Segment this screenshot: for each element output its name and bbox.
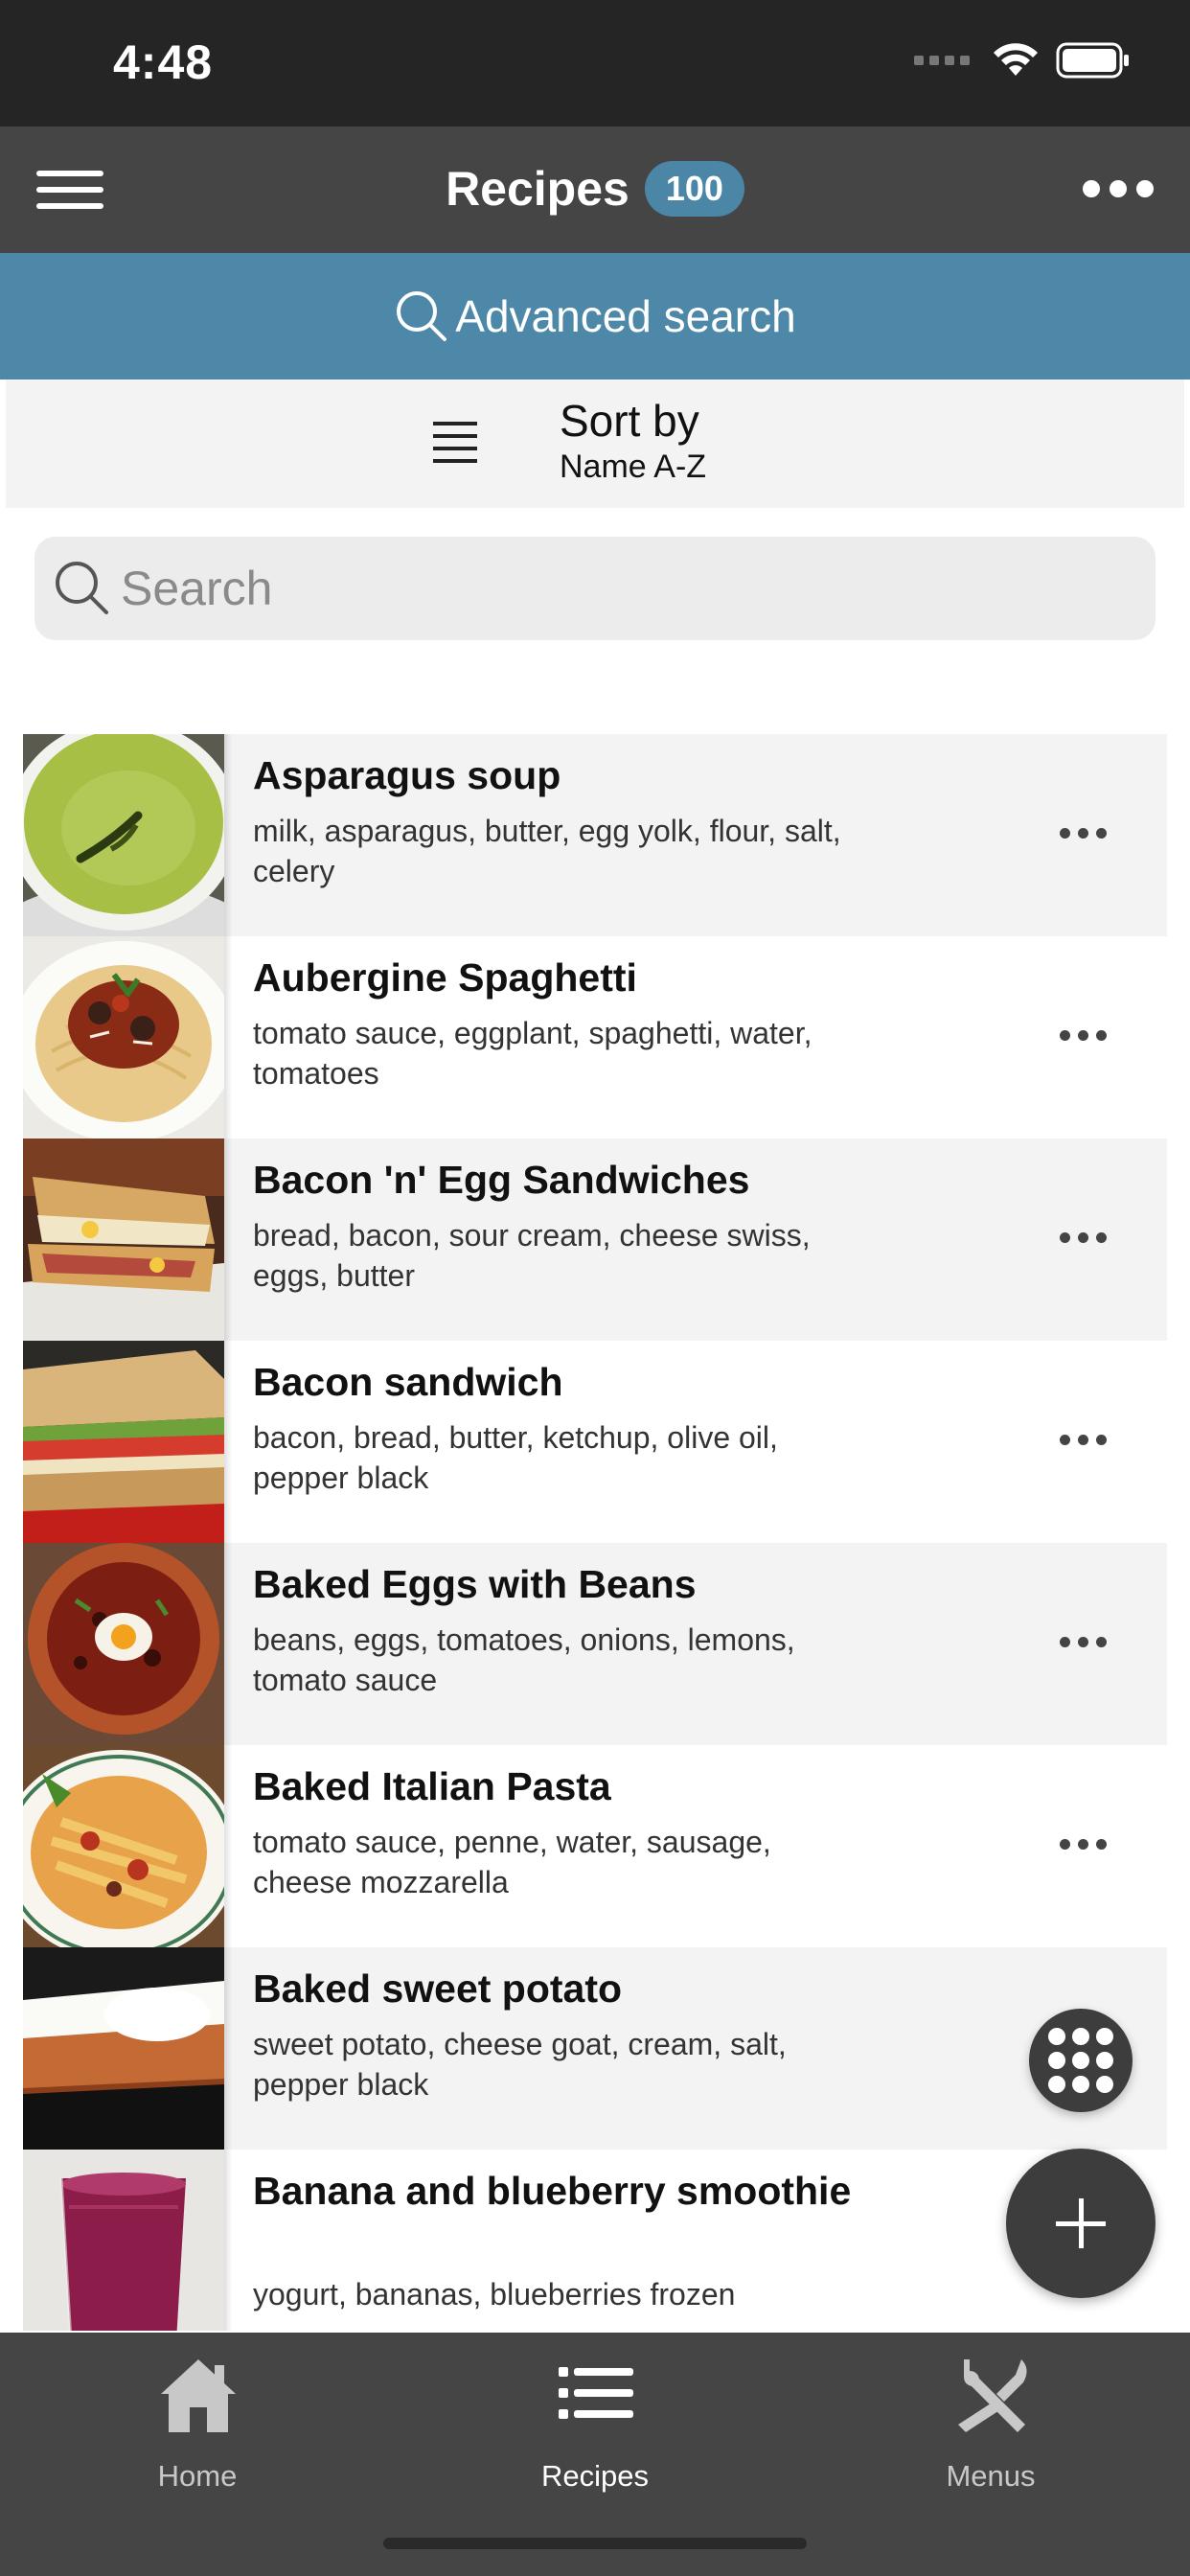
status-bar: 4:48	[0, 0, 1190, 126]
list-item[interactable]: Aubergine Spaghetti tomato sauce, eggpla…	[23, 936, 1167, 1138]
recipe-thumbnail	[23, 1745, 224, 1947]
list-item[interactable]: Baked sweet potato sweet potato, cheese …	[23, 1947, 1167, 2150]
recipe-ingredients: tomato sauce, eggplant, spaghetti, water…	[253, 1016, 812, 1091]
advanced-search-button[interactable]: Advanced search	[0, 253, 1190, 380]
home-icon	[161, 2359, 236, 2432]
tab-home-label: Home	[157, 2459, 238, 2493]
thumbnail-divider	[224, 1543, 232, 1745]
list-item[interactable]: Bacon sandwich bacon, bread, butter, ket…	[23, 1341, 1167, 1543]
search-input[interactable]	[121, 558, 1136, 619]
recipe-ingredients: sweet potato, cheese goat, cream, salt, …	[253, 2027, 787, 2102]
tab-menus-label: Menus	[946, 2459, 1036, 2493]
search-box[interactable]	[34, 537, 1156, 640]
recipe-ingredients: yogurt, bananas, blueberries frozen	[253, 2277, 736, 2312]
grid-menu-button[interactable]	[1029, 2009, 1133, 2112]
recipe-ingredients: bacon, bread, butter, ketchup, olive oil…	[253, 1420, 778, 1495]
search-icon	[56, 562, 108, 614]
thumbnail-divider	[224, 1745, 232, 1947]
tab-recipes-label: Recipes	[541, 2459, 649, 2493]
recipe-name: Baked Italian Pasta	[253, 1764, 611, 1808]
recipe-ingredients: beans, eggs, tomatoes, onions, lemons, t…	[253, 1622, 795, 1697]
recipe-name: Aubergine Spaghetti	[253, 955, 637, 1000]
recipe-ingredients: tomato sauce, penne, water, sausage, che…	[253, 1825, 771, 1899]
tab-recipes[interactable]: Recipes	[490, 2346, 700, 2493]
recipe-thumbnail	[23, 734, 224, 936]
thumbnail-divider	[224, 2150, 232, 2331]
recipe-name: Banana and blueberry smoothie	[253, 2169, 852, 2213]
home-indicator	[383, 2538, 807, 2549]
thumbnail-divider	[224, 1341, 232, 1543]
page-title: Recipes 100	[0, 161, 1190, 217]
more-options-icon[interactable]	[1083, 180, 1154, 197]
recipe-list[interactable]: Asparagus soup milk, asparagus, butter, …	[23, 734, 1167, 2331]
recipe-ingredients: milk, asparagus, butter, egg yolk, flour…	[253, 814, 841, 888]
sort-value: Name A-Z	[560, 448, 707, 485]
list-item[interactable]: Asparagus soup milk, asparagus, butter, …	[23, 734, 1167, 936]
app-header: Recipes 100	[0, 126, 1190, 253]
list-item[interactable]: Banana and blueberry smoothie yogurt, ba…	[23, 2150, 1167, 2331]
recipe-thumbnail	[23, 1138, 224, 1341]
recipe-thumbnail	[23, 1947, 224, 2150]
battery-icon	[1056, 42, 1129, 79]
list-item[interactable]: Baked Italian Pasta tomato sauce, penne,…	[23, 1745, 1167, 1947]
more-options-icon[interactable]	[1060, 1232, 1107, 1243]
list-item[interactable]: Bacon 'n' Egg Sandwiches bread, bacon, s…	[23, 1138, 1167, 1341]
cellular-signal-icon	[914, 56, 970, 65]
more-options-icon[interactable]	[1060, 1839, 1107, 1850]
recipe-thumbnail	[23, 936, 224, 1138]
tab-menus[interactable]: Menus	[885, 2346, 1096, 2493]
grid-icon	[1048, 2028, 1113, 2093]
more-options-icon[interactable]	[1060, 1030, 1107, 1041]
recipe-thumbnail	[23, 1543, 224, 1745]
recipe-name: Asparagus soup	[253, 753, 561, 797]
advanced-search-label: Advanced search	[455, 291, 796, 341]
more-options-icon[interactable]	[1060, 1435, 1107, 1445]
more-options-icon[interactable]	[1060, 828, 1107, 839]
recipe-thumbnail	[23, 2150, 224, 2331]
tab-home[interactable]: Home	[92, 2346, 303, 2493]
thumbnail-divider	[224, 1138, 232, 1341]
status-icons	[914, 42, 1131, 79]
sort-button[interactable]: Sort by Name A-Z	[6, 380, 1184, 508]
thumbnail-divider	[224, 1947, 232, 2150]
count-badge: 100	[644, 161, 744, 217]
recipe-ingredients: bread, bacon, sour cream, cheese swiss, …	[253, 1218, 811, 1293]
more-options-icon[interactable]	[1060, 1637, 1107, 1647]
recipe-name: Bacon 'n' Egg Sandwiches	[253, 1158, 750, 1202]
list-item[interactable]: Baked Eggs with Beans beans, eggs, tomat…	[23, 1543, 1167, 1745]
recipe-name: Baked Eggs with Beans	[253, 1562, 697, 1606]
thumbnail-divider	[224, 936, 232, 1138]
list-icon	[559, 2367, 633, 2419]
thumbnail-divider	[224, 734, 232, 936]
recipe-thumbnail	[23, 1341, 224, 1543]
status-time: 4:48	[113, 35, 214, 89]
wifi-icon	[994, 43, 1038, 76]
utensils-icon	[958, 2359, 1027, 2432]
recipe-name: Bacon sandwich	[253, 1360, 563, 1404]
page-title-text: Recipes	[446, 162, 629, 216]
sort-icon	[433, 422, 477, 464]
sort-label: Sort by	[560, 396, 699, 446]
recipe-name: Baked sweet potato	[253, 1966, 623, 2011]
add-recipe-button[interactable]	[1006, 2149, 1156, 2298]
search-icon	[397, 291, 447, 341]
